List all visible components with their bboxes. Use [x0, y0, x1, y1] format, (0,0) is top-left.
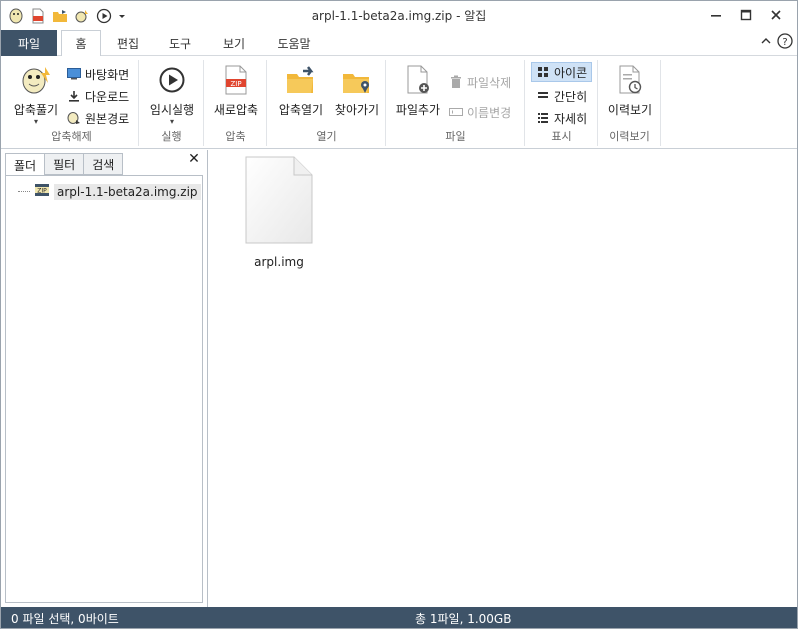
view-detail-button[interactable]: 자세히 — [536, 108, 587, 128]
original-path-icon — [67, 111, 81, 125]
collapse-ribbon-icon[interactable] — [759, 34, 773, 51]
delete-file-button[interactable]: 파일삭제 — [449, 72, 511, 92]
group-compress: ZIP 새로압축 압축 — [205, 60, 267, 146]
panel-tabs: 폴더 필터 검색 — [5, 153, 124, 177]
quick-access-toolbar — [1, 7, 127, 25]
minimize-icon[interactable] — [701, 4, 731, 26]
status-bar: 0 파일 선택, 0바이트 총 1파일, 1.00GB — [1, 607, 797, 628]
group-label-file: 파일 — [445, 130, 466, 143]
add-file-icon — [400, 62, 436, 98]
svg-text:ZIP: ZIP — [37, 188, 47, 195]
extract-desktop-button[interactable]: 바탕화면 — [67, 64, 129, 84]
panel-tab-folder[interactable]: 폴더 — [5, 153, 46, 177]
play-icon[interactable] — [95, 7, 113, 25]
group-label-display: 표시 — [551, 130, 572, 143]
close-icon[interactable] — [761, 4, 791, 26]
zip-new-icon[interactable] — [29, 7, 47, 25]
app-logo-icon[interactable] — [7, 7, 25, 25]
grid-icon — [536, 65, 550, 79]
panel-close-icon[interactable]: ✕ — [187, 152, 201, 166]
history-icon — [612, 62, 648, 98]
file-item[interactable]: arpl.img — [241, 156, 317, 269]
maximize-icon[interactable] — [731, 4, 761, 26]
tree-item-archive[interactable]: ZIP arpl-1.1-beta2a.img.zip — [18, 182, 201, 201]
status-total: 총 1파일, 1.00GB — [415, 612, 512, 626]
desktop-icon — [67, 67, 81, 81]
extract-icon[interactable] — [73, 7, 91, 25]
window-controls — [701, 4, 791, 26]
group-history: 이력보기 이력보기 — [599, 60, 661, 146]
tab-help[interactable]: 도움말 — [267, 30, 321, 56]
group-run: 임시실행 ▾ 실행 — [140, 60, 204, 146]
file-name: arpl.img — [254, 255, 304, 269]
svg-text:ZIP: ZIP — [230, 80, 241, 88]
view-icon-button[interactable]: 아이콘 — [531, 62, 593, 82]
group-display: 아이콘 간단히 자세히 표시 — [526, 60, 598, 146]
group-label-history: 이력보기 — [609, 130, 650, 143]
group-label-compress: 압축 — [225, 130, 246, 143]
temp-run-dropdown-icon[interactable]: ▾ — [170, 118, 174, 126]
tab-file[interactable]: 파일 — [1, 30, 57, 56]
group-open: 압축열기 찾아가기 열기 — [268, 60, 386, 146]
zip-archive-icon: ZIP — [34, 182, 50, 201]
history-button[interactable]: 이력보기 — [603, 62, 657, 118]
play-big-icon — [154, 62, 190, 98]
tab-home[interactable]: 홈 — [61, 30, 101, 57]
open-archive-button[interactable]: 압축열기 — [274, 62, 328, 118]
view-simple-button[interactable]: 간단히 — [536, 86, 587, 106]
extract-download-button[interactable]: 다운로드 — [67, 86, 129, 106]
app-window: arpl-1.1-beta2a.img.zip - 알집 파일 홈 편집 도구 … — [0, 0, 798, 629]
folder-location-icon — [339, 62, 375, 98]
find-location-button[interactable]: 찾아가기 — [330, 62, 384, 118]
tree-item-label: arpl-1.1-beta2a.img.zip — [54, 183, 201, 200]
panel-tab-filter[interactable]: 필터 — [44, 153, 85, 175]
group-label-extract: 압축해제 — [51, 130, 92, 143]
temp-run-button[interactable]: 임시실행 ▾ — [144, 62, 200, 126]
file-list-area: arpl.img — [209, 150, 797, 607]
group-label-open: 열기 — [316, 130, 337, 143]
extract-big-icon — [18, 62, 54, 98]
folder-open-icon[interactable] — [51, 7, 69, 25]
download-icon — [67, 89, 81, 103]
tab-edit[interactable]: 편집 — [105, 30, 151, 56]
file-icon — [244, 156, 314, 247]
add-file-button[interactable]: 파일추가 — [391, 62, 445, 118]
tab-view[interactable]: 보기 — [211, 30, 257, 56]
ribbon-right-controls: ? — [759, 33, 793, 52]
folder-tree: ZIP arpl-1.1-beta2a.img.zip — [5, 175, 203, 603]
extract-original-path-button[interactable]: 원본경로 — [67, 108, 129, 128]
svg-text:?: ? — [782, 37, 787, 48]
title-bar: arpl-1.1-beta2a.img.zip - 알집 — [1, 1, 797, 30]
status-selection: 0 파일 선택, 0바이트 — [11, 612, 119, 626]
group-file: 파일추가 파일삭제 이름변경 파일 — [387, 60, 525, 146]
help-icon[interactable]: ? — [777, 33, 793, 52]
group-extract: 압축풀기 ▾ 바탕화면 다운로드 원본경로 압축해제 — [5, 60, 139, 146]
zip-file-icon: ZIP — [218, 62, 254, 98]
ribbon: 압축풀기 ▾ 바탕화면 다운로드 원본경로 압축해제 임시실행 ▾ 실행 ZIP… — [1, 56, 797, 149]
rename-button[interactable]: 이름변경 — [449, 102, 511, 122]
group-label-run: 실행 — [161, 130, 182, 143]
trash-icon — [449, 75, 463, 89]
extract-button[interactable]: 압축풀기 ▾ — [7, 62, 65, 126]
folder-panel: 폴더 필터 검색 ✕ ZIP arpl-1.1-beta2a.img.zip — [1, 150, 208, 607]
rename-icon — [449, 105, 463, 119]
new-compress-button[interactable]: ZIP 새로압축 — [209, 62, 263, 118]
folder-open-big-icon — [283, 62, 319, 98]
list-simple-icon — [536, 89, 550, 103]
qat-dropdown-icon[interactable] — [117, 7, 127, 25]
tab-tools[interactable]: 도구 — [157, 30, 203, 56]
ribbon-tab-bar: 파일 홈 편집 도구 보기 도움말 ? — [1, 30, 797, 57]
extract-dropdown-icon[interactable]: ▾ — [34, 118, 38, 126]
panel-tab-search[interactable]: 검색 — [83, 153, 124, 175]
list-detail-icon — [536, 111, 550, 125]
